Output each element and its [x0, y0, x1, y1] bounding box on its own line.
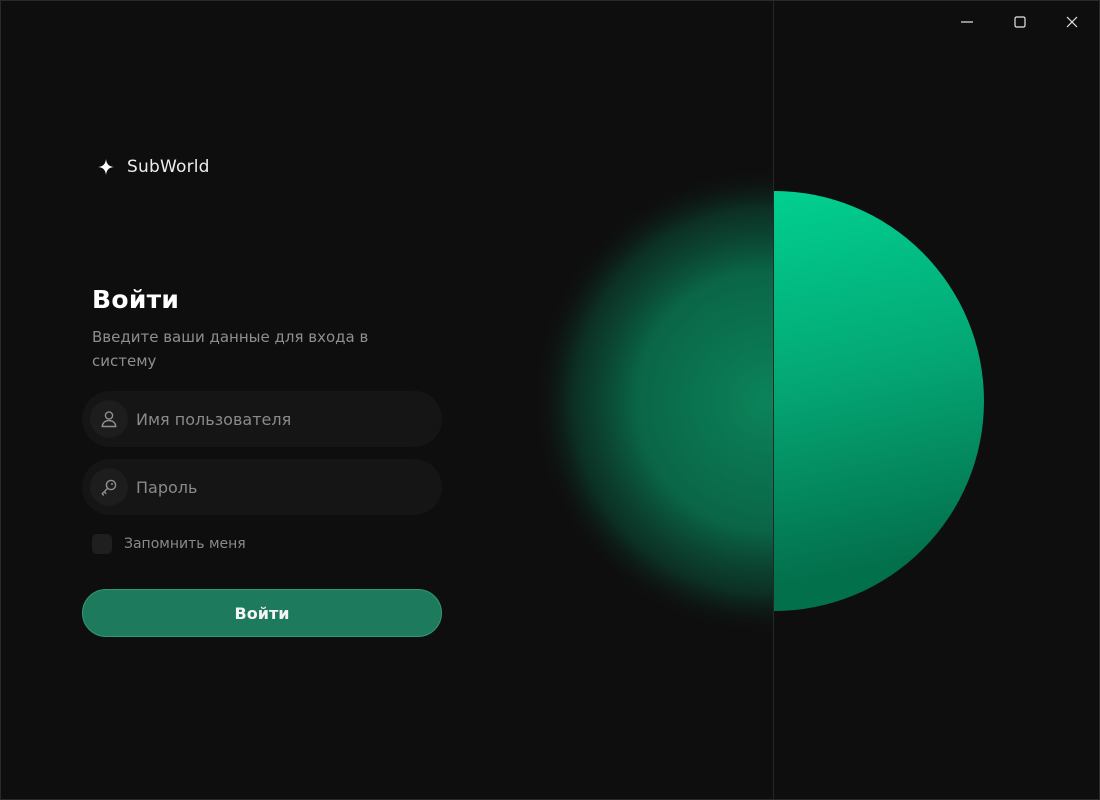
login-button[interactable]: Войти — [82, 589, 442, 637]
sparkle-icon — [98, 159, 114, 175]
panel-divider — [773, 1, 774, 799]
password-input[interactable] — [128, 458, 442, 516]
page-title: Войти — [92, 285, 180, 314]
minimize-button[interactable] — [952, 9, 982, 35]
password-field[interactable] — [82, 458, 442, 516]
key-icon — [90, 468, 128, 506]
remember-me-label: Запомнить меня — [124, 536, 246, 552]
brand-name: SubWorld — [127, 157, 210, 177]
close-button[interactable] — [1057, 9, 1087, 35]
sphere-glow — [529, 161, 773, 641]
minimize-icon — [961, 21, 973, 23]
app-window: SubWorld Войти Введите ваши данные для в… — [0, 0, 1100, 800]
sphere — [774, 191, 984, 611]
brand-logo: SubWorld — [97, 157, 210, 177]
user-icon — [90, 400, 128, 438]
username-field[interactable] — [82, 390, 442, 448]
page-subtitle: Введите ваши данные для входа в систему — [92, 328, 369, 370]
remember-me-checkbox[interactable] — [92, 534, 112, 554]
remember-me[interactable]: Запомнить меня — [92, 534, 246, 554]
maximize-icon — [1014, 16, 1026, 28]
username-input[interactable] — [128, 390, 442, 448]
close-icon — [1066, 16, 1078, 28]
maximize-button[interactable] — [1005, 9, 1035, 35]
